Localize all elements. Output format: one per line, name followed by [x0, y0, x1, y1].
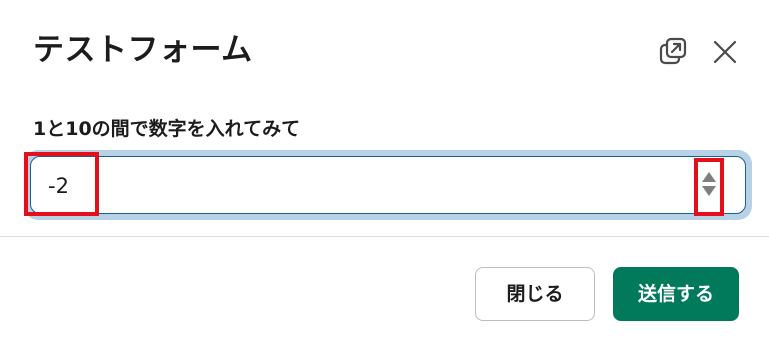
- submit-button[interactable]: 送信する: [613, 267, 739, 321]
- modal-title: テストフォーム: [33, 32, 253, 68]
- stepper-up-icon[interactable]: [702, 172, 716, 182]
- modal-dialog: テストフォーム 1と10の間で数字を入れてみて 閉じる 送信する: [0, 0, 769, 343]
- close-icon[interactable]: [710, 37, 740, 67]
- close-button[interactable]: 閉じる: [475, 267, 595, 321]
- number-stepper[interactable]: [700, 166, 718, 200]
- footer-divider: [0, 236, 769, 237]
- stepper-down-icon[interactable]: [702, 186, 716, 196]
- popout-icon[interactable]: [658, 36, 690, 68]
- number-field-label: 1と10の間で数字を入れてみて: [33, 118, 301, 140]
- number-input[interactable]: [48, 168, 668, 204]
